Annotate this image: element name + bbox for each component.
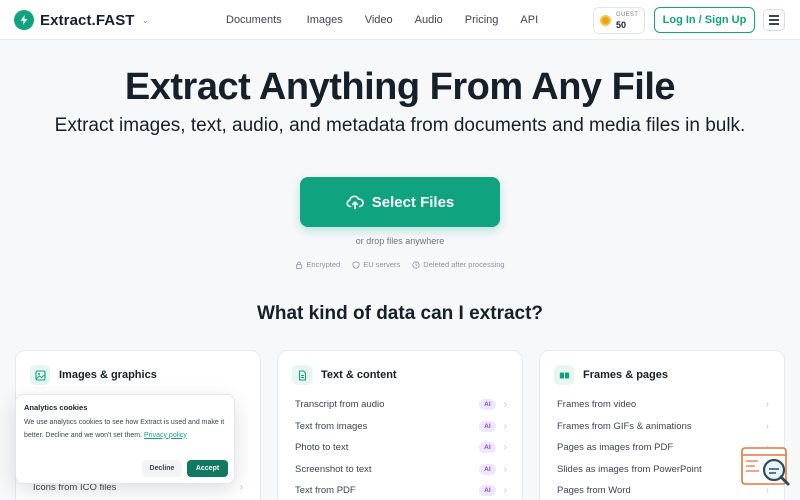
item-label: Frames from video: [557, 399, 637, 411]
list-item[interactable]: Screenshot to text AI ›: [295, 459, 507, 481]
list-item[interactable]: Text from images AI ›: [295, 416, 507, 438]
main-nav: Documents Images Video Audio Pricing API: [226, 0, 538, 40]
ai-badge: AI: [479, 463, 496, 475]
nav-video[interactable]: Video: [365, 14, 393, 26]
chevron-right-icon: ›: [239, 482, 243, 493]
trust-encrypted-label: Encrypted: [306, 260, 341, 269]
trust-deleted-label: Deleted after processing: [423, 260, 505, 269]
card-text-content: Text & content Transcript from audio AI › …: [277, 350, 523, 500]
cookie-consent-banner: Analytics cookies We use analytics cooki…: [15, 394, 235, 484]
card-header: Frames & pages: [554, 365, 668, 385]
card-header: Text & content: [292, 365, 397, 385]
cloud-upload-icon: [346, 195, 364, 210]
hamburger-menu-icon[interactable]: [763, 9, 785, 31]
list-item[interactable]: Pages as images from PDF›: [557, 437, 769, 459]
nav-images[interactable]: Images: [307, 14, 343, 26]
brand-name: Extract.FAST: [40, 11, 135, 29]
privacy-policy-link[interactable]: Privacy policy: [144, 432, 187, 439]
trust-eu-servers: EU servers: [352, 260, 400, 269]
list-item[interactable]: Text from PDF AI ›: [295, 480, 507, 500]
bolt-icon: [14, 10, 34, 30]
list-item[interactable]: Slides as images from PowerPoint›: [557, 459, 769, 481]
chevron-right-icon: ›: [503, 399, 507, 411]
cookie-title: Analytics cookies: [24, 403, 88, 412]
card-item-list: Transcript from audio AI › Text from image…: [295, 394, 507, 500]
trust-encrypted: Encrypted: [295, 260, 340, 269]
item-label: Text from PDF: [295, 485, 356, 497]
ai-badge: AI: [479, 485, 496, 497]
chevron-right-icon: ›: [503, 485, 507, 497]
shield-icon: [352, 260, 360, 269]
nav-audio[interactable]: Audio: [415, 14, 443, 26]
nav-documents[interactable]: Documents: [226, 14, 282, 26]
page-subtitle: Extract images, text, audio, and metadat…: [54, 115, 746, 136]
cookie-description: We use analytics cookies to see how Extr…: [24, 417, 228, 442]
trust-eu-servers-label: EU servers: [363, 260, 401, 269]
page-title: Extract Anything From Any File: [124, 66, 676, 108]
decline-button[interactable]: Decline: [142, 460, 182, 477]
chevron-right-icon: ›: [503, 442, 507, 454]
chevron-right-icon: ›: [503, 420, 507, 432]
item-label: Pages as images from PDF: [557, 442, 674, 454]
chevron-right-icon: ›: [503, 463, 507, 475]
image-icon: [30, 365, 50, 385]
section-title: What kind of data can I extract?: [256, 303, 544, 324]
lock-icon: [296, 261, 303, 269]
list-item[interactable]: Pages from Word ›: [557, 480, 769, 500]
ai-badge: AI: [479, 420, 496, 432]
card-header: Images & graphics: [30, 365, 157, 385]
trust-deleted: Deleted after processing: [412, 260, 505, 269]
card-title: Frames & pages: [583, 369, 668, 381]
list-item[interactable]: Photo to text AI ›: [295, 437, 507, 459]
document-icon: [292, 365, 312, 385]
guest-credits-badge[interactable]: GUEST 50: [593, 7, 645, 34]
guest-label: GUEST: [616, 12, 639, 18]
clock-icon: [412, 260, 420, 269]
item-label: Slides as images from PowerPoint: [557, 463, 702, 475]
chevron-right-icon: ›: [765, 420, 769, 432]
help-chat-widget-icon[interactable]: [740, 446, 792, 490]
film-frames-icon: [554, 365, 574, 385]
guest-credit-count: 50: [616, 20, 627, 30]
list-item[interactable]: Frames from GIFs & animations ›: [557, 416, 769, 438]
ai-badge: AI: [479, 442, 496, 454]
brand-logo[interactable]: Extract.FAST ⌄: [14, 10, 149, 30]
card-title: Images & graphics: [59, 369, 157, 381]
item-label: Transcript from audio: [295, 399, 385, 411]
cookie-body-text: We use analytics cookies to see how Extr…: [24, 419, 225, 439]
nav-api[interactable]: API: [520, 14, 538, 26]
item-label: Screenshot to text: [295, 463, 372, 475]
select-files-label: Select Files: [371, 193, 455, 211]
list-item[interactable]: Transcript from audio AI ›: [295, 394, 507, 416]
select-files-button[interactable]: Select Files: [300, 177, 500, 227]
chevron-right-icon: ›: [765, 399, 769, 411]
top-navbar: Extract.FAST ⌄ Documents Images Video Au…: [0, 0, 800, 40]
ai-badge: AI: [479, 399, 496, 411]
drop-hint: or drop files anywhere: [355, 236, 445, 246]
item-label: Photo to text: [295, 442, 349, 454]
card-title: Text & content: [321, 369, 397, 381]
nav-pricing[interactable]: Pricing: [465, 14, 499, 26]
login-signup-button[interactable]: Log In / Sign Up: [654, 7, 755, 33]
trust-badges: Encrypted EU servers Deleted after proce…: [0, 260, 800, 269]
item-label: Pages from Word: [557, 485, 631, 497]
coin-icon: [600, 15, 611, 26]
card-item-list: Frames from video › Frames from GIFs & an…: [557, 394, 769, 500]
item-label: Frames from GIFs & animations: [557, 420, 692, 432]
guest-credits-text: GUEST 50: [616, 11, 638, 30]
item-label: Text from images: [295, 420, 368, 432]
chevron-down-icon[interactable]: ⌄: [142, 15, 150, 26]
list-item[interactable]: Frames from video ›: [557, 394, 769, 416]
accept-button[interactable]: Accept: [187, 460, 228, 477]
